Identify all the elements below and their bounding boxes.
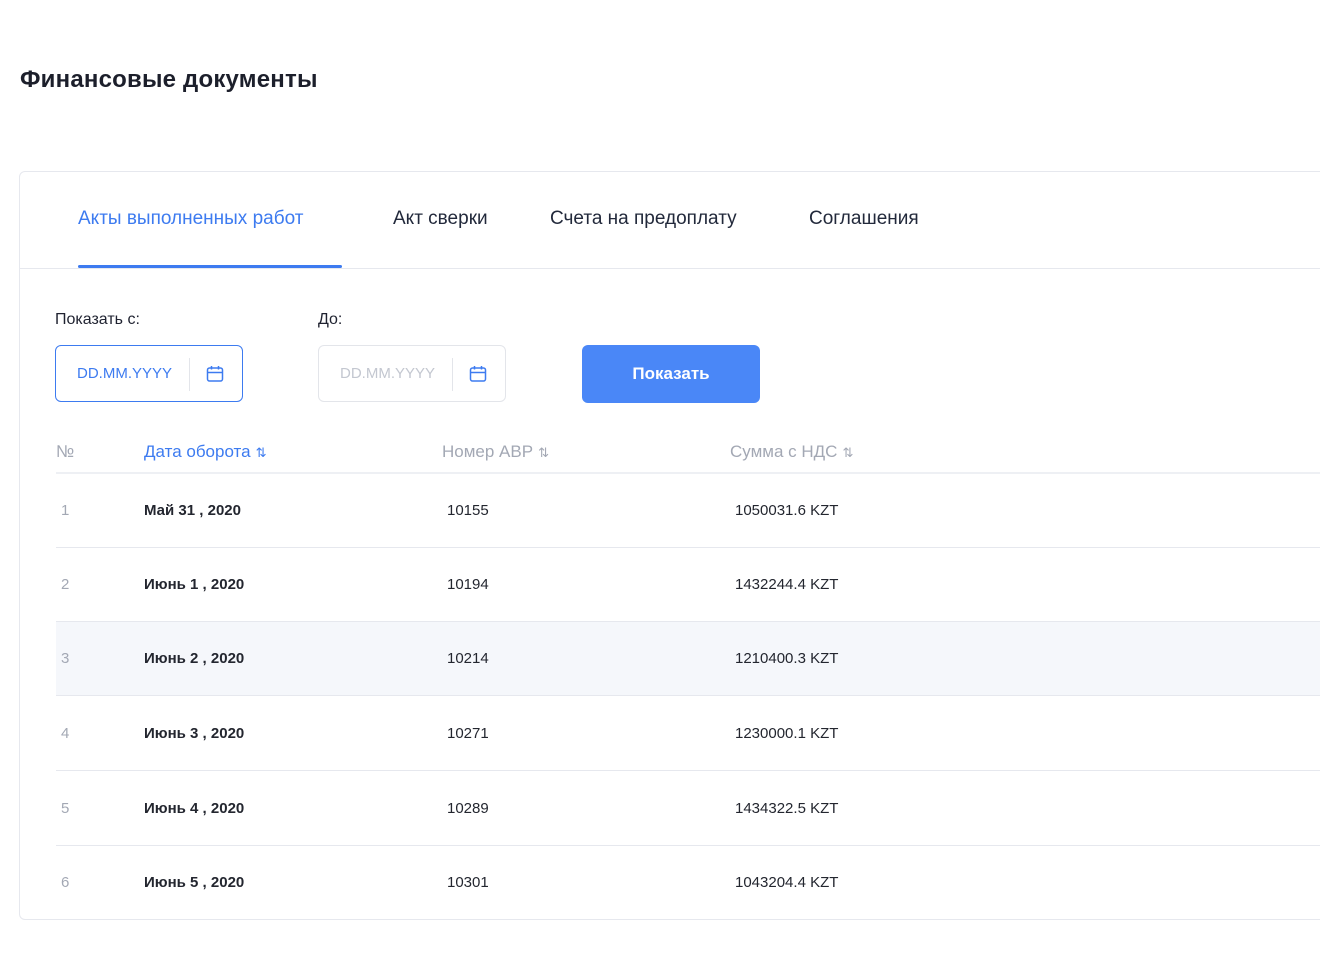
- from-date-placeholder: DD.MM.YYYY: [77, 365, 173, 382]
- column-header-date[interactable]: Дата оборота ⇅: [144, 442, 267, 462]
- input-separator: [452, 358, 453, 391]
- turnover-date: Июнь 1 , 2020: [144, 576, 245, 593]
- column-header-avr-label: Номер АВР: [442, 442, 534, 461]
- turnover-date: Май 31 , 2020: [144, 502, 241, 519]
- avr-number: 10301: [447, 874, 489, 891]
- avr-number: 10289: [447, 800, 489, 817]
- tab-prepayment-invoices[interactable]: Счета на предоплату: [550, 208, 737, 230]
- table-row[interactable]: 3 Июнь 2 , 2020 10214 1210400.3 KZT: [56, 622, 1320, 696]
- tab-bar: Акты выполненных работ Акт сверки Счета …: [20, 172, 1320, 269]
- sum-with-vat: 1043204.4 KZT: [735, 874, 839, 891]
- row-number: 3: [61, 650, 70, 667]
- tab-completed-works-acts[interactable]: Акты выполненных работ: [78, 208, 303, 230]
- from-date-input[interactable]: DD.MM.YYYY: [55, 345, 243, 402]
- calendar-icon[interactable]: [206, 365, 224, 383]
- row-number: 2: [61, 576, 70, 593]
- table-row[interactable]: 2 Июнь 1 , 2020 10194 1432244.4 KZT: [56, 548, 1320, 622]
- sort-icon[interactable]: ⇅: [842, 445, 853, 460]
- sum-with-vat: 1432244.4 KZT: [735, 576, 839, 593]
- avr-number: 10271: [447, 725, 489, 742]
- to-date-placeholder: DD.MM.YYYY: [340, 365, 436, 382]
- column-header-avr-number[interactable]: Номер АВР ⇅: [442, 442, 549, 462]
- active-tab-indicator: [78, 265, 342, 268]
- column-header-sum-vat[interactable]: Сумма с НДС ⇅: [730, 442, 853, 462]
- table-row[interactable]: 1 Май 31 , 2020 10155 1050031.6 KZT: [56, 474, 1320, 548]
- table-row[interactable]: 4 Июнь 3 , 2020 10271 1230000.1 KZT: [56, 697, 1320, 771]
- turnover-date: Июнь 5 , 2020: [144, 874, 245, 891]
- sort-icon[interactable]: ⇅: [538, 445, 549, 460]
- column-header-sum-label: Сумма с НДС: [730, 442, 838, 461]
- tab-reconciliation-act[interactable]: Акт сверки: [393, 208, 488, 230]
- sum-with-vat: 1434322.5 KZT: [735, 800, 839, 817]
- show-button[interactable]: Показать: [582, 345, 760, 403]
- page-title: Финансовые документы: [20, 66, 318, 93]
- row-number: 1: [61, 502, 70, 519]
- sum-with-vat: 1210400.3 KZT: [735, 650, 839, 667]
- turnover-date: Июнь 3 , 2020: [144, 725, 245, 742]
- turnover-date: Июнь 2 , 2020: [144, 650, 245, 667]
- row-number: 4: [61, 725, 70, 742]
- documents-card: Акты выполненных работ Акт сверки Счета …: [19, 171, 1320, 920]
- to-date-input[interactable]: DD.MM.YYYY: [318, 345, 506, 402]
- tab-agreements[interactable]: Соглашения: [809, 208, 919, 230]
- column-header-number: №: [56, 442, 75, 461]
- calendar-icon[interactable]: [469, 365, 487, 383]
- to-date-label: До:: [318, 311, 343, 328]
- avr-number: 10214: [447, 650, 489, 667]
- avr-number: 10194: [447, 576, 489, 593]
- input-separator: [189, 358, 190, 391]
- sum-with-vat: 1230000.1 KZT: [735, 725, 839, 742]
- avr-number: 10155: [447, 502, 489, 519]
- column-header-date-label: Дата оборота: [144, 442, 251, 461]
- from-date-label: Показать с:: [55, 311, 140, 328]
- sort-icon[interactable]: ⇅: [256, 445, 267, 460]
- table-row[interactable]: 6 Июнь 5 , 2020 10301 1043204.4 KZT: [56, 846, 1320, 920]
- table-row[interactable]: 5 Июнь 4 , 2020 10289 1434322.5 KZT: [56, 772, 1320, 846]
- turnover-date: Июнь 4 , 2020: [144, 800, 245, 817]
- row-number: 5: [61, 800, 70, 817]
- sum-with-vat: 1050031.6 KZT: [735, 502, 839, 519]
- row-number: 6: [61, 874, 70, 891]
